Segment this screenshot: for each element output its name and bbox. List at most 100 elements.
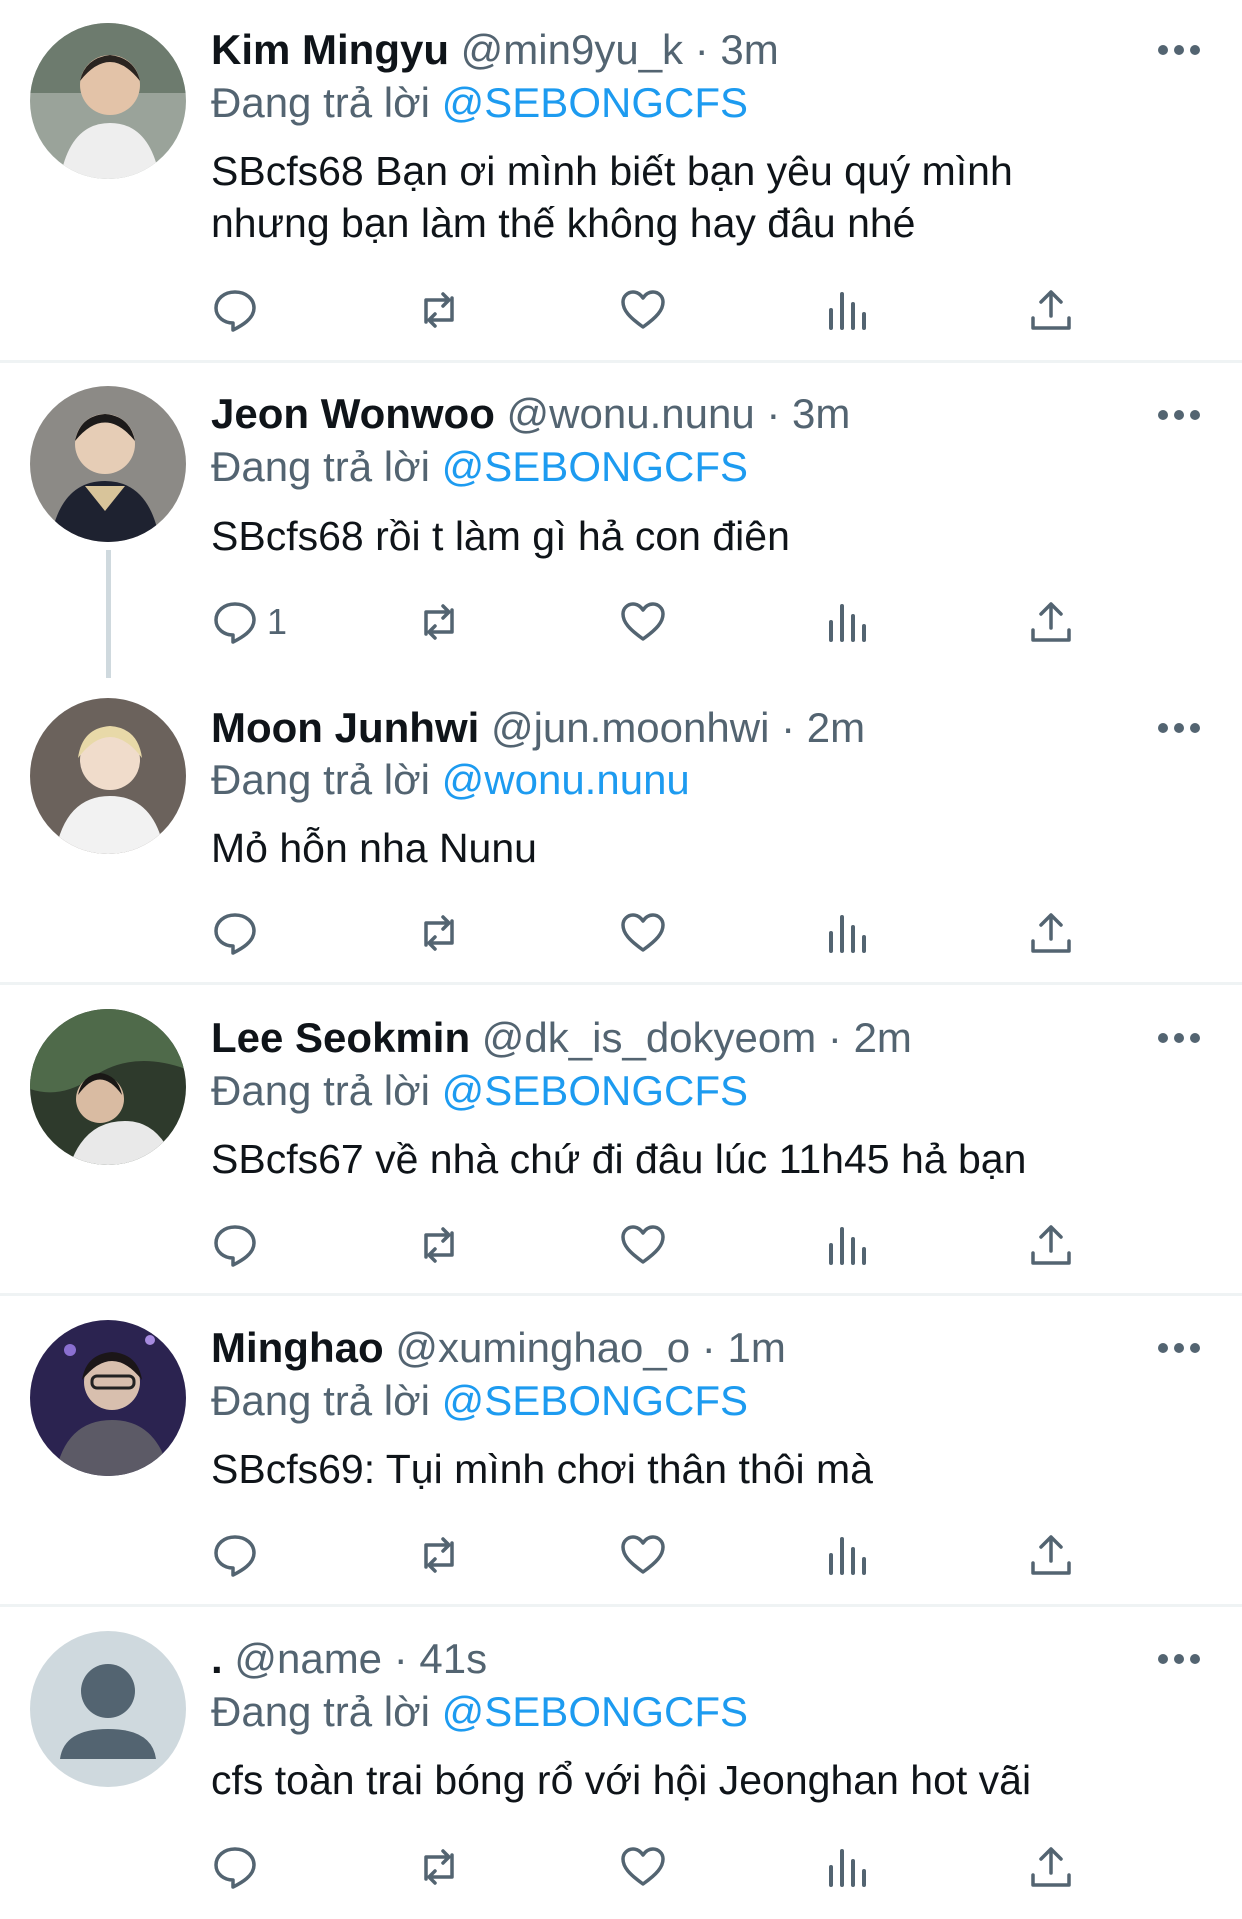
- more-options-icon[interactable]: [1155, 718, 1203, 738]
- heart-icon: [621, 290, 665, 329]
- reply-icon: [214, 290, 256, 332]
- reply-prefix: Đang trả lời: [211, 1067, 430, 1114]
- action-bar: 1: [211, 592, 1111, 652]
- handle-and-time[interactable]: @name · 41s: [234, 1635, 487, 1682]
- mention-link[interactable]: @SEBONGCFS: [442, 1377, 748, 1424]
- like-button[interactable]: [619, 1525, 667, 1585]
- analytics-button[interactable]: [823, 903, 871, 963]
- display-name[interactable]: Kim Mingyu: [211, 26, 449, 73]
- replying-to: Đang trả lời @SEBONGCFS: [211, 441, 748, 493]
- more-options-icon[interactable]: [1155, 1338, 1203, 1358]
- tweet[interactable]: Lee Seokmin @dk_is_dokyeom · 2m Đang trả…: [0, 985, 1242, 1295]
- share-button[interactable]: [1027, 1837, 1075, 1897]
- handle-and-time[interactable]: @jun.moonhwi · 2m: [491, 704, 865, 751]
- like-button[interactable]: [619, 592, 667, 652]
- share-button[interactable]: [1027, 280, 1075, 340]
- analytics-button[interactable]: [823, 1837, 871, 1897]
- reply-button[interactable]: [211, 903, 267, 963]
- reply-icon: [214, 913, 256, 955]
- reply-button[interactable]: 1: [211, 592, 287, 652]
- reply-icon: [214, 602, 256, 644]
- retweet-icon: [424, 604, 454, 640]
- display-name[interactable]: .: [211, 1635, 223, 1682]
- share-icon: [1031, 1847, 1071, 1887]
- avatar[interactable]: [30, 698, 186, 854]
- display-name[interactable]: Lee Seokmin: [211, 1014, 470, 1061]
- tweet-text: Mỏ hỗn nha Nunu: [211, 825, 537, 871]
- tweet[interactable]: Kim Mingyu @min9yu_k · 3m Đang trả lời @…: [0, 0, 1242, 362]
- retweet-button[interactable]: [415, 592, 463, 652]
- reply-button[interactable]: [211, 1215, 267, 1275]
- reply-icon: [214, 1847, 256, 1889]
- tweet-text: SBcfs67 về nhà chứ đi đâu lúc 11h45 hả b…: [211, 1136, 1027, 1182]
- retweet-icon: [424, 1849, 454, 1885]
- share-button[interactable]: [1027, 1525, 1075, 1585]
- reply-button[interactable]: [211, 1525, 267, 1585]
- reply-prefix: Đang trả lời: [211, 1688, 430, 1735]
- display-name[interactable]: Minghao: [211, 1324, 384, 1371]
- action-bar: [211, 1837, 1111, 1897]
- mention-link[interactable]: @wonu.nunu: [442, 756, 690, 803]
- more-options-icon[interactable]: [1155, 405, 1203, 425]
- avatar[interactable]: [30, 1631, 186, 1787]
- display-name[interactable]: Jeon Wonwoo: [211, 390, 495, 437]
- retweet-button[interactable]: [415, 1525, 463, 1585]
- share-icon: [1031, 602, 1071, 642]
- avatar[interactable]: [30, 386, 186, 542]
- retweet-button[interactable]: [415, 280, 463, 340]
- more-options-icon[interactable]: [1155, 40, 1203, 60]
- retweet-button[interactable]: [415, 903, 463, 963]
- handle-and-time[interactable]: @min9yu_k · 3m: [461, 26, 779, 73]
- tweet[interactable]: Moon Junhwi @jun.moonhwi · 2m Đang trả l…: [0, 672, 1242, 982]
- analytics-icon: [829, 604, 866, 642]
- reply-button[interactable]: [211, 1837, 267, 1897]
- avatar[interactable]: [30, 1320, 186, 1476]
- reply-prefix: Đang trả lời: [211, 1377, 430, 1424]
- action-bar: [211, 280, 1111, 340]
- analytics-button[interactable]: [823, 1525, 871, 1585]
- like-button[interactable]: [619, 903, 667, 963]
- share-icon: [1031, 913, 1071, 953]
- thread-connector: [106, 550, 111, 678]
- retweet-button[interactable]: [415, 1215, 463, 1275]
- share-button[interactable]: [1027, 1215, 1075, 1275]
- analytics-icon: [829, 915, 866, 953]
- share-button[interactable]: [1027, 903, 1075, 963]
- tweet[interactable]: Jeon Wonwoo @wonu.nunu · 3m Đang trả lời…: [0, 362, 1242, 678]
- tweet[interactable]: Minghao @xuminghao_o · 1m Đang trả lời @…: [0, 1296, 1242, 1606]
- avatar[interactable]: [30, 1009, 186, 1165]
- analytics-button[interactable]: [823, 592, 871, 652]
- analytics-button[interactable]: [823, 280, 871, 340]
- handle-and-time[interactable]: @wonu.nunu · 3m: [507, 390, 851, 437]
- replying-to: Đang trả lời @SEBONGCFS: [211, 1375, 748, 1427]
- reply-button[interactable]: [211, 280, 267, 340]
- handle-and-time[interactable]: @xuminghao_o · 1m: [395, 1324, 786, 1371]
- like-button[interactable]: [619, 1837, 667, 1897]
- like-button[interactable]: [619, 1215, 667, 1275]
- mention-link[interactable]: @SEBONGCFS: [442, 1067, 748, 1114]
- action-bar: [211, 1215, 1111, 1275]
- analytics-icon: [829, 292, 866, 330]
- mention-link[interactable]: @SEBONGCFS: [442, 1688, 748, 1735]
- analytics-button[interactable]: [823, 1215, 871, 1275]
- replying-to: Đang trả lời @wonu.nunu: [211, 754, 690, 806]
- display-name[interactable]: Moon Junhwi: [211, 704, 479, 751]
- tweet-header: Moon Junhwi @jun.moonhwi · 2m: [211, 702, 865, 754]
- handle-and-time[interactable]: @dk_is_dokyeom · 2m: [482, 1014, 912, 1061]
- retweet-icon: [424, 1227, 454, 1263]
- tweet-header: Kim Mingyu @min9yu_k · 3m: [211, 24, 779, 76]
- like-button[interactable]: [619, 280, 667, 340]
- tweet-text: cfs toàn trai bóng rổ với hội Jeonghan h…: [211, 1757, 1032, 1803]
- more-options-icon[interactable]: [1155, 1649, 1203, 1669]
- more-options-icon[interactable]: [1155, 1028, 1203, 1048]
- mention-link[interactable]: @SEBONGCFS: [442, 443, 748, 490]
- reply-count: 1: [267, 601, 288, 642]
- retweet-icon: [424, 292, 454, 328]
- share-button[interactable]: [1027, 592, 1075, 652]
- tweet-header: Minghao @xuminghao_o · 1m: [211, 1322, 786, 1374]
- avatar[interactable]: [30, 23, 186, 179]
- tweet[interactable]: . @name · 41s Đang trả lời @SEBONGCFS cf…: [0, 1607, 1242, 1919]
- mention-link[interactable]: @SEBONGCFS: [442, 79, 748, 126]
- retweet-button[interactable]: [415, 1837, 463, 1897]
- heart-icon: [621, 1847, 665, 1886]
